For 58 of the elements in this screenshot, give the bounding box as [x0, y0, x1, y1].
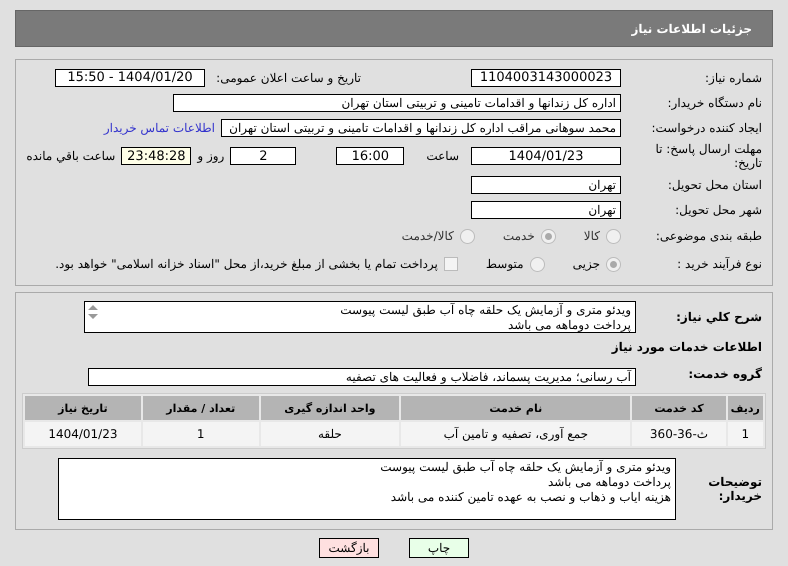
print-button[interactable]: چاپ [409, 538, 469, 558]
field-label: نوع فرآیند خرید : [676, 257, 763, 271]
column-header: تعداد / مقدار [142, 396, 259, 420]
field-label: تاریخ و ساعت اعلان عمومی: [215, 70, 362, 84]
service-group-field: آب رسانی؛ مدیریت پسماند، فاضلاب و فعالیت های تصفیه [88, 368, 636, 386]
table-cell: حلقه [260, 422, 400, 446]
payment-checkbox[interactable] [444, 257, 458, 271]
buyer-org-field: اداره کل زندانها و اقدامات تامینی و تربیتی استان تهران [173, 94, 621, 112]
radio-button[interactable] [460, 228, 475, 244]
radio-label: خدمت [502, 229, 535, 243]
column-header: ردیف [728, 396, 763, 420]
field-label: گروه خدمت: [687, 367, 763, 381]
buyer-notes-textarea[interactable]: ویدئو متری و آزمایش یک حلقه چاه آب طبق لیست پیوست پرداخت دوماهه می باشد هزینه ایاب و ذهاب و نصب به عهده تامین کننده می باشد [58, 458, 676, 520]
radio-button[interactable] [540, 228, 556, 244]
section-heading: اطلاعات خدمات مورد نياز [610, 340, 763, 354]
field-label: ایجاد کننده درخواست: [650, 120, 763, 134]
announce-date-field: 1404/01/20 - 15:50 [55, 68, 205, 86]
radio-label: جزیی [572, 257, 600, 271]
radio-label: متوسط [486, 257, 524, 271]
table-cell: 1 [728, 422, 763, 446]
column-header: تاریخ نیاز [25, 396, 141, 420]
field-label: نام دستگاه خریدار: [666, 96, 763, 110]
field-label: شماره نیاز: [704, 70, 763, 84]
field-label: طبقه بندی موضوعی: [654, 229, 763, 243]
field-label: توضیحات خریدار: [707, 475, 763, 503]
province-field: تهران [471, 176, 621, 194]
days-label: روز و [197, 149, 224, 163]
radio-label: کالا [584, 229, 600, 243]
field-label: مهلت ارسال پاسخ: تا تاریخ: [654, 142, 763, 170]
remaining-time-field: 23:48:28 [121, 147, 192, 165]
table-cell: 1404/01/23 [25, 422, 141, 446]
field-label: استان محل تحویل: [666, 178, 763, 192]
table-cell: ث-36-360 [632, 422, 726, 446]
deadline-time-field: 16:00 [336, 147, 404, 165]
column-header: کد خدمت [632, 396, 726, 420]
time-label: ساعت [426, 149, 459, 163]
back-button[interactable]: بازگشت [319, 538, 379, 558]
column-header: واحد اندازه گیری [260, 396, 400, 420]
deadline-date-field: 1404/01/23 [471, 147, 621, 165]
scroll-arrows-icon[interactable] [87, 304, 99, 320]
summary-textarea[interactable]: ویدئو متری و آزمایش یک حلقه چاه آب طبق لیست پیوست پرداخت دوماهه می باشد [84, 301, 636, 333]
creator-field: محمد سوهانی مراقب اداره کل زندانها و اقدامات تامینی و تربیتی استان تهران [221, 118, 621, 136]
radio-button[interactable] [530, 256, 545, 272]
days-field: 2 [230, 147, 296, 165]
page-title: جزئیات اطلاعات نیاز [15, 10, 773, 47]
field-label: شهر محل تحویل: [674, 202, 763, 216]
column-header: نام خدمت [401, 396, 630, 420]
table-cell: جمع آوری، تصفیه و تامین آب [401, 422, 630, 446]
remaining-label: ساعت باقي مانده [26, 149, 116, 163]
city-field: تهران [471, 200, 621, 218]
field-label: شرح کلي نياز: [675, 310, 763, 324]
buyer-contact-link[interactable]: اطلاعات تماس خریدار [104, 120, 215, 134]
radio-button[interactable] [606, 228, 621, 244]
payment-label: پرداخت تمام یا بخشی از مبلغ خرید،از محل "اسناد خزانه اسلامی" خواهد بود. [55, 257, 438, 271]
radio-label: کالا/خدمت [402, 229, 454, 243]
table-cell: 1 [142, 422, 259, 446]
need-number-field: 1104003143000023 [471, 68, 621, 86]
radio-button[interactable] [606, 256, 621, 272]
